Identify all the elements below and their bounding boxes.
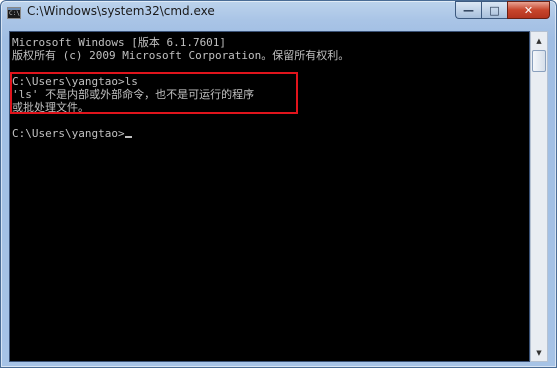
close-icon: ✕ xyxy=(523,3,534,17)
console-line-version: Microsoft Windows [版本 6.1.7601] xyxy=(12,36,227,49)
maximize-icon: □ xyxy=(489,3,500,17)
console-app-icon[interactable]: C:\ xyxy=(7,7,21,19)
window-title: C:\Windows\system32\cmd.exe xyxy=(27,4,215,18)
caption-buttons: — □ ✕ xyxy=(455,1,550,19)
console-line-copyright: 版权所有 (c) 2009 Microsoft Corporation。保留所有… xyxy=(12,49,350,62)
title-bar[interactable]: C:\ C:\Windows\system32\cmd.exe — □ ✕ xyxy=(1,1,556,25)
text-cursor xyxy=(124,136,132,138)
maximize-button[interactable]: □ xyxy=(481,1,507,19)
scroll-up-icon: ▲ xyxy=(536,36,542,45)
scroll-up-button[interactable]: ▲ xyxy=(531,32,547,49)
console-line-blank xyxy=(12,114,349,127)
close-button[interactable]: ✕ xyxy=(507,1,550,19)
minimize-icon: — xyxy=(463,3,474,17)
console-line-prompt: C:\Users\yangtao> xyxy=(12,127,349,140)
scrollbar-thumb[interactable] xyxy=(532,50,546,72)
prompt-text: C:\Users\yangtao> xyxy=(12,127,125,140)
console-area[interactable]: Microsoft Windows [版本 6.1.7601] 版权所有 (c) … xyxy=(9,31,530,362)
error-highlight-box xyxy=(10,72,298,114)
vertical-scrollbar[interactable]: ▲ ▼ xyxy=(530,31,548,362)
scroll-down-button[interactable]: ▼ xyxy=(531,344,547,361)
cmd-window: C:\ C:\Windows\system32\cmd.exe — □ ✕ Mi… xyxy=(0,0,557,368)
scroll-down-icon: ▼ xyxy=(536,348,542,357)
console-app-icon-glyph: C:\ xyxy=(9,10,20,17)
minimize-button[interactable]: — xyxy=(455,1,481,19)
